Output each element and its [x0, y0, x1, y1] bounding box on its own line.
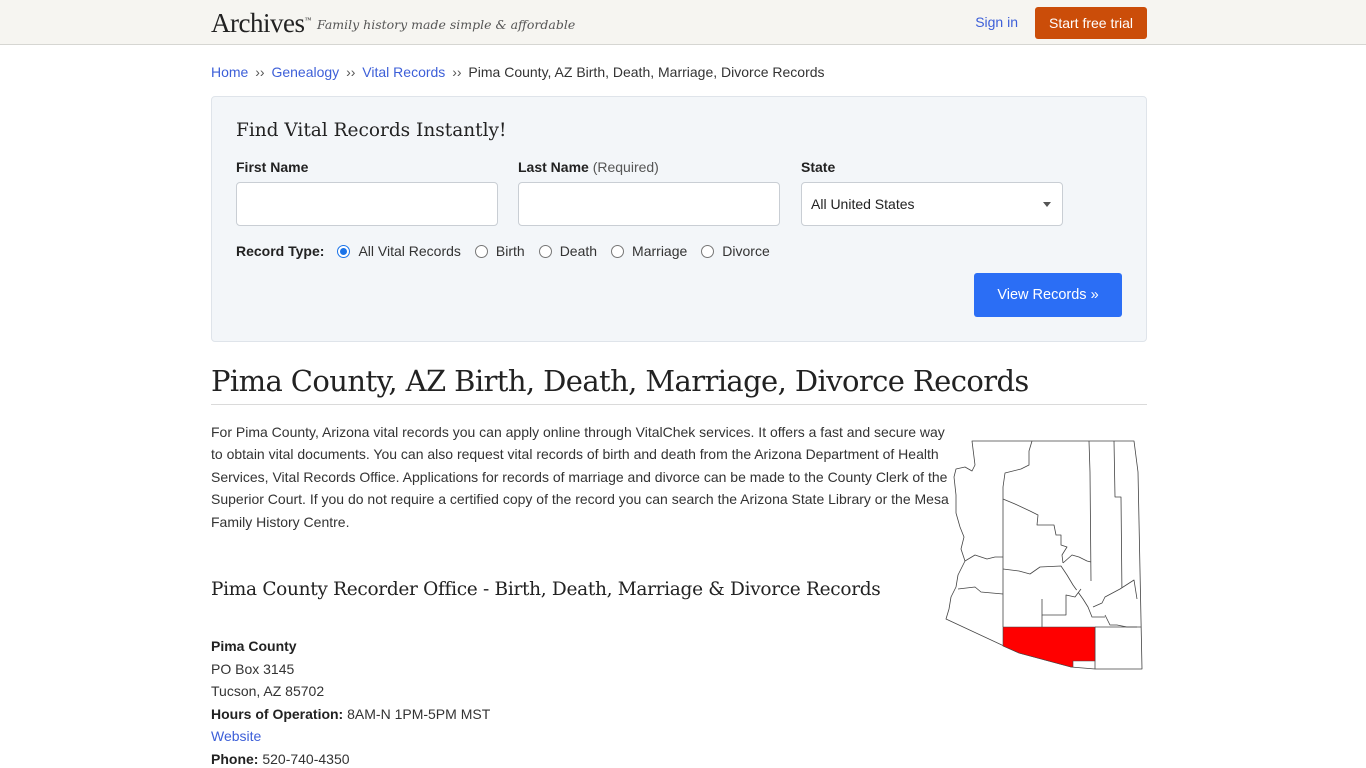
radio-all-vital-records[interactable]: All Vital Records [337, 243, 461, 259]
trademark-mark: ™ [304, 16, 311, 24]
hours-row: Hours of Operation: 8AM-N 1PM-5PM MST [211, 703, 1147, 726]
address-line-2: Tucson, AZ 85702 [211, 683, 325, 700]
page-title: Pima County, AZ Birth, Death, Marriage, … [211, 364, 1147, 405]
radio-checked-icon[interactable] [337, 244, 351, 258]
state-selected-value: All United States [811, 196, 915, 212]
intro-paragraph: For Pima County, Arizona vital records y… [211, 424, 949, 530]
website-link[interactable]: Website [211, 728, 261, 744]
first-name-input[interactable] [236, 182, 498, 226]
map-pima-county-highlight [1002, 626, 1096, 668]
breadcrumb-separator: ›› [346, 64, 356, 80]
last-name-label: Last Name (Required) [518, 159, 659, 175]
radio-label: Death [559, 243, 598, 259]
radio-label: Birth [495, 243, 525, 259]
breadcrumb-genealogy[interactable]: Genealogy [271, 64, 339, 80]
record-type-group: Record Type: All Vital Records Birth Dea… [236, 243, 784, 259]
first-name-label: First Name [236, 159, 309, 175]
phone-label: Phone: [211, 750, 259, 767]
search-panel-title: Find Vital Records Instantly! [236, 120, 507, 141]
tagline: Family history made simple & affordable [317, 17, 576, 32]
logo[interactable]: Archives™ [211, 8, 311, 39]
state-select[interactable]: All United States [801, 182, 1063, 226]
radio-death[interactable]: Death [538, 243, 598, 259]
radio-unchecked-icon[interactable] [474, 244, 488, 258]
radio-unchecked-icon[interactable] [611, 244, 625, 258]
radio-unchecked-icon[interactable] [701, 244, 715, 258]
sign-in-link[interactable]: Sign in [975, 14, 1018, 30]
radio-birth[interactable]: Birth [474, 243, 525, 259]
site-header: Archives™ Family history made simple & a… [0, 0, 1366, 45]
breadcrumb-separator: ›› [255, 64, 265, 80]
phone-row: Phone: 520-740-4350 [211, 748, 1147, 768]
radio-unchecked-icon[interactable] [538, 244, 552, 258]
logo-text: Archives [211, 8, 305, 38]
breadcrumb: Home ›› Genealogy ›› Vital Records ›› Pi… [211, 64, 1147, 81]
radio-divorce[interactable]: Divorce [701, 243, 770, 259]
main-container: Home ›› Genealogy ›› Vital Records ›› Pi… [211, 64, 1147, 768]
start-free-trial-button[interactable]: Start free trial [1035, 7, 1147, 39]
view-records-button[interactable]: View Records » [974, 273, 1122, 317]
vital-records-search-form: Find Vital Records Instantly! First Name… [211, 96, 1147, 342]
office-name: Pima County [211, 638, 297, 655]
hours-value: 8AM-N 1PM-5PM MST [347, 705, 491, 722]
arizona-county-map [945, 440, 1143, 670]
record-type-label: Record Type: [236, 243, 325, 259]
required-note: (Required) [592, 159, 659, 175]
radio-label: Marriage [632, 243, 688, 259]
radio-label: All Vital Records [358, 243, 461, 259]
content-area: For Pima County, Arizona vital records y… [211, 421, 1147, 768]
last-name-input[interactable] [518, 182, 780, 226]
breadcrumb-current: Pima County, AZ Birth, Death, Marriage, … [468, 64, 825, 80]
last-name-label-text: Last Name [518, 159, 589, 175]
state-label: State [801, 159, 836, 175]
breadcrumb-vital-records[interactable]: Vital Records [362, 64, 445, 80]
caret-down-icon [1043, 202, 1051, 207]
breadcrumb-home[interactable]: Home [211, 64, 248, 80]
radio-label: Divorce [722, 243, 770, 259]
radio-marriage[interactable]: Marriage [611, 243, 687, 259]
breadcrumb-separator: ›› [452, 64, 462, 80]
hours-label: Hours of Operation: [211, 705, 344, 722]
phone-value: 520-740-4350 [262, 750, 350, 767]
